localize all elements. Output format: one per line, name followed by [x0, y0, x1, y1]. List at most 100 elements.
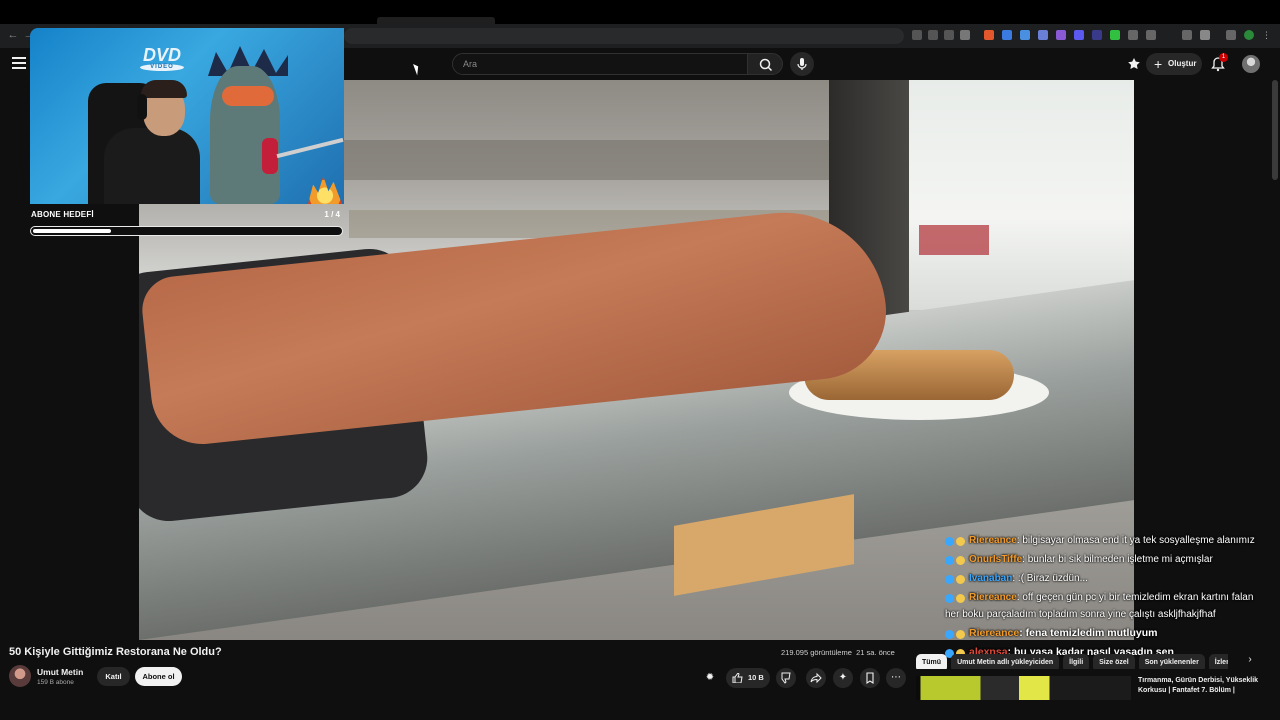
- chat-message: OnurIsTiffe: bunlar bi sik bilmeden işle…: [945, 551, 1265, 568]
- chat-text: : bunlar bi sik bilmeden işletme mi açmı…: [1022, 554, 1213, 565]
- split-view-icon[interactable]: [1200, 30, 1210, 40]
- chat-badge-icon: [945, 592, 969, 604]
- filter-chip[interactable]: İzlenenler: [1208, 654, 1228, 669]
- account-avatar[interactable]: [1242, 55, 1260, 73]
- video-title: 50 Kişiyle Gittiğimiz Restorana Ne Oldu?: [9, 646, 222, 658]
- notification-badge: 1: [1219, 53, 1228, 62]
- hamburger-menu-icon[interactable]: [12, 57, 26, 69]
- cam-microphone: [262, 138, 278, 174]
- upload-time: 21 sa. önce: [856, 648, 895, 657]
- subscriber-goal-count: 1 / 4: [324, 210, 340, 219]
- browser-tab[interactable]: [377, 17, 495, 24]
- os-capture-strip: [0, 0, 1280, 24]
- download-icon[interactable]: [1182, 30, 1192, 40]
- chat-username[interactable]: OnurIsTiffe: [969, 554, 1022, 565]
- filter-chip[interactable]: İlgili: [1063, 654, 1090, 669]
- chat-username[interactable]: Riereance: [969, 535, 1017, 546]
- filter-chip[interactable]: Size özel: [1093, 654, 1135, 669]
- thumbs-up-icon: [732, 673, 743, 683]
- subscriber-goal-bar: [30, 226, 343, 236]
- webcam-overlay: DVD VIDEO: [30, 28, 344, 204]
- search-icon: [759, 58, 773, 72]
- chat-message: Riereance: off geçen gün pc yi bir temiz…: [945, 589, 1265, 623]
- video-frame-detail: [339, 140, 839, 180]
- profile-icon[interactable]: [1244, 30, 1254, 40]
- star-icon[interactable]: [960, 30, 970, 40]
- page-scrollbar[interactable]: [1272, 80, 1278, 180]
- like-button[interactable]: 10 B: [726, 668, 770, 688]
- chat-username[interactable]: Riereance: [969, 627, 1019, 639]
- chat-text: : :( Biraz üzdün...: [1012, 573, 1088, 584]
- back-icon[interactable]: ←: [6, 29, 20, 41]
- chat-badge-icon: [945, 628, 969, 640]
- dvd-logo: DVD VIDEO: [134, 46, 190, 72]
- filter-chip[interactable]: Tümü: [916, 654, 948, 669]
- notifications-button[interactable]: 1: [1211, 53, 1228, 72]
- extension-icon[interactable]: [1074, 30, 1084, 40]
- create-button[interactable]: + Oluştur: [1146, 53, 1202, 75]
- extension-icon[interactable]: [984, 30, 994, 40]
- cam-mascot-goggles: [222, 86, 274, 106]
- cam-streamer-hair: [141, 80, 187, 98]
- extension-icon[interactable]: [1002, 30, 1012, 40]
- cam-mic-arm: [276, 137, 344, 159]
- join-button[interactable]: Katıl: [97, 667, 130, 686]
- bookmark-icon: [866, 672, 874, 685]
- chat-badge-icon: [945, 573, 969, 585]
- headphones-icon: [137, 94, 147, 120]
- more-actions-button[interactable]: ⋯: [886, 668, 906, 688]
- recommended-title[interactable]: Tırmanma, Gürün Derbisi, Yükseklik Korku…: [1138, 676, 1270, 696]
- chat-username[interactable]: Riereance: [969, 592, 1017, 603]
- sparkle-settings-button[interactable]: ✹: [700, 668, 720, 688]
- microphone-icon: [797, 58, 807, 70]
- extension-icon[interactable]: [1128, 30, 1138, 40]
- channel-avatar[interactable]: [9, 665, 31, 687]
- eye-off-icon[interactable]: [944, 30, 954, 40]
- search-input[interactable]: Ara: [452, 53, 748, 75]
- extension-icon[interactable]: [1056, 30, 1066, 40]
- video-meta: 219.095 görüntüleme 21 sa. önce: [781, 648, 895, 657]
- share-button[interactable]: [806, 668, 826, 688]
- chat-message: Riereance: fena temizledim mutluyum: [945, 625, 1265, 642]
- extension-icon[interactable]: [1092, 30, 1102, 40]
- address-bar[interactable]: [344, 28, 904, 44]
- chat-message: Riereance: bilgisayar olmasa end it ya t…: [945, 532, 1265, 549]
- recommended-thumbnail[interactable]: [916, 676, 1131, 700]
- save-button[interactable]: [860, 668, 880, 688]
- chat-text: : bilgisayar olmasa end it ya tek sosyal…: [1016, 535, 1255, 546]
- video-frame-detail: [909, 80, 1134, 310]
- voice-search-button[interactable]: [790, 52, 814, 76]
- stream-chat-overlay: Riereance: bilgisayar olmasa end it ya t…: [945, 532, 1265, 663]
- extension-icon[interactable]: [1110, 30, 1120, 40]
- channel-name[interactable]: Umut Metin: [37, 667, 83, 677]
- search-button[interactable]: [747, 53, 783, 75]
- cast-tab-icon[interactable]: [928, 30, 938, 40]
- view-count: 219.095 görüntüleme: [781, 648, 852, 657]
- extension-icon[interactable]: [1020, 30, 1030, 40]
- ask-ai-button[interactable]: ✦: [833, 668, 853, 688]
- subscribe-button[interactable]: Abone ol: [135, 667, 182, 686]
- chat-message: Ivanaban: :( Biraz üzdün...: [945, 570, 1265, 587]
- sparkle-icon: ✦: [838, 672, 848, 683]
- extension-icon[interactable]: [1226, 30, 1236, 40]
- extension-icon[interactable]: [1038, 30, 1048, 40]
- menu-kebab-icon[interactable]: ⋮: [1262, 30, 1272, 40]
- chevron-right-icon[interactable]: ›: [1241, 651, 1259, 669]
- like-count: 10 B: [748, 673, 764, 682]
- gear-icon: ✹: [705, 672, 715, 683]
- dislike-button[interactable]: [776, 668, 796, 688]
- puzzle-icon[interactable]: [1146, 30, 1156, 40]
- create-label: Oluştur: [1168, 59, 1197, 68]
- filter-chip[interactable]: Son yüklenenler: [1138, 654, 1205, 669]
- share-icon: [810, 672, 822, 684]
- chat-text: : fena temizledim mutluyum: [1019, 627, 1158, 639]
- cast-icon[interactable]: [1127, 57, 1141, 71]
- screen: ← → ⋮ Ara + Oluştur 1 DVD VIDEO ABONE HE…: [0, 0, 1280, 720]
- thumbs-down-icon: [781, 672, 791, 684]
- flame-icon: [308, 176, 342, 204]
- plus-icon: +: [1154, 56, 1163, 72]
- filter-chip[interactable]: Umut Metin adlı yükleyiciden: [951, 654, 1060, 669]
- zoom-icon[interactable]: [912, 30, 922, 40]
- chat-username[interactable]: Ivanaban: [969, 573, 1012, 584]
- subscriber-count: 159 B abone: [37, 679, 74, 686]
